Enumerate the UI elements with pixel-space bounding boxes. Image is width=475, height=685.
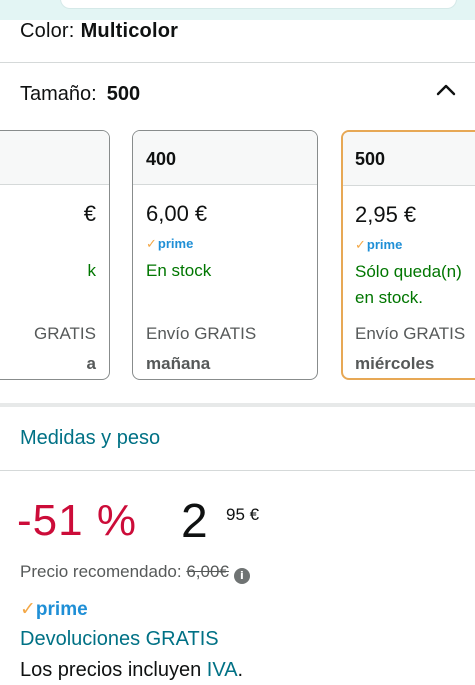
section-divider bbox=[0, 403, 475, 407]
prime-logo: ✓prime bbox=[20, 599, 88, 620]
info-icon[interactable]: i bbox=[233, 568, 250, 584]
prime-check-icon: ✓ bbox=[355, 237, 366, 252]
size-option-card-400[interactable]: 400 6,00 € ✓prime En stock Envío GRATIS … bbox=[132, 130, 318, 380]
size-value: 500 bbox=[106, 83, 141, 105]
prime-check-icon: ✓ bbox=[146, 236, 157, 251]
search-bar-edge[interactable] bbox=[60, 0, 457, 9]
chevron-up-icon[interactable] bbox=[432, 80, 460, 100]
iva-link[interactable]: IVA bbox=[207, 659, 238, 681]
size-option-title bbox=[0, 131, 109, 185]
price-whole: 2 bbox=[181, 495, 208, 548]
size-option-price: € bbox=[83, 201, 96, 226]
recommended-price: Precio recomendado: 6,00€ i bbox=[20, 562, 250, 584]
divider bbox=[0, 62, 475, 63]
tax-note: Los precios incluyen IVA. bbox=[20, 659, 244, 681]
size-option-stock: En stock bbox=[146, 261, 212, 280]
prime-badge: ✓prime bbox=[146, 236, 194, 251]
free-returns-link[interactable]: Devoluciones GRATIS bbox=[20, 628, 219, 651]
top-header-strip bbox=[0, 0, 475, 20]
size-option-stock: Sólo queda(n) en stock. bbox=[355, 262, 462, 307]
size-label: Tamaño: bbox=[20, 83, 97, 105]
size-option-delivery: miércoles bbox=[355, 354, 435, 373]
prime-badge: ✓prime bbox=[355, 237, 403, 252]
color-selector-row: Color: Multicolor bbox=[20, 20, 178, 43]
size-option-delivery: a bbox=[86, 354, 96, 373]
prime-check-icon: ✓ bbox=[20, 599, 36, 620]
price-fraction-currency: 95 € bbox=[226, 505, 260, 524]
size-option-price: 6,00 € bbox=[146, 201, 208, 226]
size-option-shipping: Envío GRATIS bbox=[355, 324, 466, 343]
size-option-shipping: Envío GRATIS bbox=[146, 324, 257, 343]
size-selector-header[interactable]: Tamaño: 500 bbox=[20, 83, 140, 106]
size-option-card[interactable]: € k GRATIS a bbox=[0, 130, 110, 380]
size-option-title: 400 bbox=[133, 131, 317, 185]
size-option-delivery: mañana bbox=[146, 354, 211, 373]
size-options-carousel[interactable]: € k GRATIS a 400 6,00 € ✓prime En stock … bbox=[0, 130, 475, 382]
color-value: Multicolor bbox=[80, 20, 179, 42]
size-option-price: 2,95 € bbox=[355, 202, 417, 227]
dimensions-weight-link[interactable]: Medidas y peso bbox=[20, 427, 160, 450]
divider bbox=[0, 470, 475, 471]
size-option-stock: k bbox=[87, 261, 97, 280]
size-option-title: 500 bbox=[343, 132, 475, 186]
color-label: Color: bbox=[20, 20, 75, 42]
size-option-shipping: GRATIS bbox=[33, 324, 96, 343]
recommended-price-value: 6,00€ bbox=[186, 562, 229, 581]
size-option-card-500-selected[interactable]: 500 2,95 € ✓prime Sólo queda(n) en stock… bbox=[341, 130, 475, 380]
discount-percentage: -51 % bbox=[17, 496, 137, 545]
